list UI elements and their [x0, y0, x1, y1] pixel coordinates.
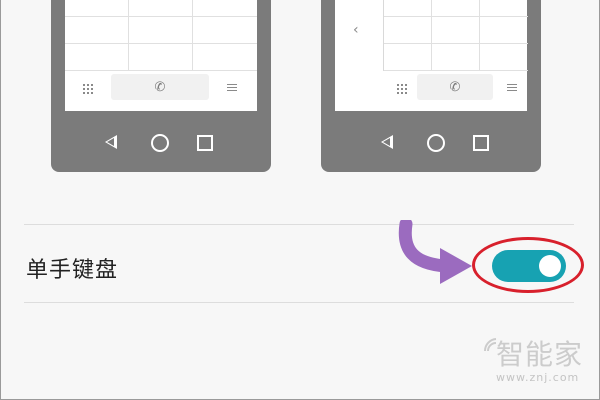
key-cell	[65, 0, 129, 17]
curved-arrow-icon	[398, 220, 472, 284]
menu-icon	[507, 84, 517, 92]
phone-icon: ✆	[417, 74, 493, 100]
chevron-left-icon: ‹	[353, 22, 359, 38]
back-icon	[105, 135, 117, 149]
key-cell	[129, 0, 193, 17]
key-cell	[65, 44, 129, 71]
key-cell	[432, 44, 480, 71]
key-cell	[480, 0, 528, 17]
key-cell	[480, 44, 528, 71]
dialpad-grid-icon	[397, 84, 407, 94]
back-icon	[381, 135, 393, 149]
watermark: 智能家 www.znj.com	[484, 333, 592, 393]
key-cell	[193, 0, 257, 17]
key-cell	[432, 0, 480, 17]
dialer-bottom-bar: ✆	[65, 71, 257, 111]
phone-icon: ✆	[111, 74, 209, 100]
keypad-grid	[65, 0, 257, 71]
phone-illustration-one-handed: ‹ ✆	[321, 0, 541, 172]
keypad-grid	[383, 0, 528, 71]
recents-icon	[473, 135, 489, 151]
key-cell	[480, 17, 528, 44]
key-cell	[65, 17, 129, 44]
key-cell	[384, 17, 432, 44]
key-cell	[193, 17, 257, 44]
key-cell	[193, 44, 257, 71]
watermark-url: www.znj.com	[496, 371, 580, 384]
dialpad-grid-icon	[83, 84, 93, 94]
recents-icon	[197, 135, 213, 151]
row-divider-bottom	[24, 302, 574, 303]
key-cell	[384, 0, 432, 17]
phone-screen: ✆	[65, 0, 257, 111]
toggle-knob	[539, 255, 561, 277]
watermark-brand: 智能家	[496, 338, 584, 371]
menu-icon	[227, 84, 237, 92]
navigation-bar	[51, 128, 271, 158]
home-icon	[151, 134, 169, 152]
one-handed-keyboard-label: 单手键盘	[26, 258, 119, 283]
navigation-bar	[321, 128, 541, 158]
key-cell	[129, 17, 193, 44]
home-icon	[427, 134, 445, 152]
key-cell	[432, 17, 480, 44]
phone-illustration-normal: ✆	[51, 0, 271, 172]
dialer-bottom-bar: ✆	[335, 71, 527, 111]
one-handed-keyboard-toggle[interactable]	[492, 250, 566, 282]
row-divider-top	[24, 224, 574, 225]
key-cell	[384, 44, 432, 71]
key-cell	[129, 44, 193, 71]
phone-screen: ‹ ✆	[335, 0, 528, 111]
